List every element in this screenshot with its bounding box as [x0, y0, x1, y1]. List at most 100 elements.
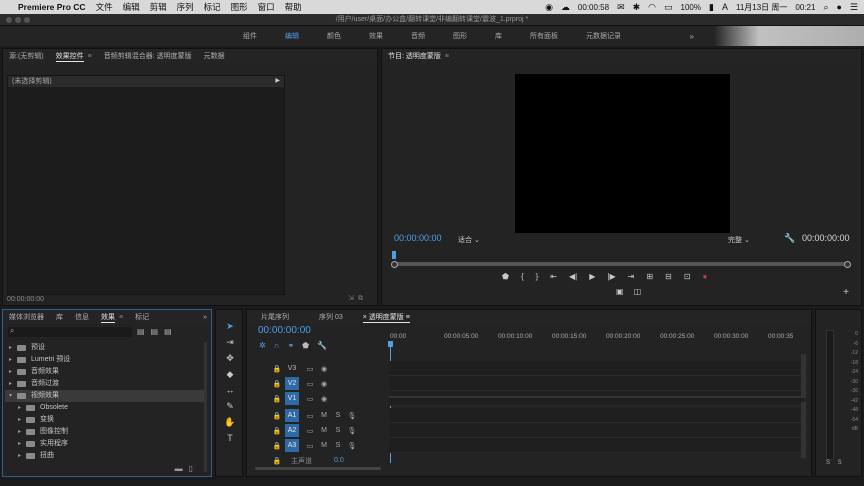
- mute-button[interactable]: M: [317, 412, 331, 419]
- lock-icon[interactable]: 🔒: [271, 457, 283, 465]
- app-menu[interactable]: Premiere Pro CC: [18, 2, 86, 12]
- track-target-V2[interactable]: V2: [285, 377, 299, 390]
- date-label[interactable]: 11月13日 周一: [736, 2, 787, 13]
- lock-icon[interactable]: 🔒: [271, 365, 283, 373]
- settings-wrench-icon[interactable]: 🔧: [784, 233, 795, 244]
- mute-button[interactable]: M: [317, 427, 331, 434]
- workspace-tab-effects[interactable]: 效果: [355, 31, 397, 41]
- sync-lock-icon[interactable]: ▭: [303, 365, 317, 373]
- pen-tool-icon[interactable]: ✎: [216, 398, 244, 414]
- effects-tree-item[interactable]: ▸ 图像控制: [5, 426, 205, 438]
- bluetooth-icon[interactable]: ✱: [633, 2, 641, 13]
- source-footer-icons[interactable]: ⇲⧉: [348, 294, 367, 303]
- export-frame-icon[interactable]: ⊡: [684, 272, 691, 281]
- chevron-right-icon[interactable]: ▸: [9, 378, 17, 390]
- video-track-lane[interactable]: [389, 391, 803, 406]
- effects-tree-item[interactable]: ▸ 变换: [5, 414, 205, 426]
- timeline-timecode[interactable]: 00:00:00:00: [258, 325, 311, 336]
- workspace-tab-all-panels[interactable]: 所有面板: [516, 31, 572, 41]
- tab-libraries[interactable]: 库: [56, 312, 63, 322]
- effects-tree-item[interactable]: ▸ 预设: [5, 342, 205, 354]
- playhead-timecode[interactable]: 00:00:00:00: [394, 233, 442, 243]
- eye-icon[interactable]: ◉: [317, 380, 331, 388]
- tab-sequence-ending[interactable]: 片尾序列: [261, 312, 289, 322]
- step-forward-icon[interactable]: |▶: [607, 272, 615, 281]
- step-back-icon[interactable]: ◀|: [569, 272, 577, 281]
- add-marker-icon[interactable]: ⬟: [302, 341, 309, 350]
- effects-tree-item[interactable]: ▸ Obsolete: [5, 402, 205, 414]
- zoom-fit-select[interactable]: 适合 ⌄: [458, 235, 480, 245]
- solo-button[interactable]: S: [331, 427, 345, 434]
- workspace-tab-editing[interactable]: 编辑: [271, 31, 313, 41]
- clock[interactable]: 00:21: [795, 3, 815, 12]
- master-volume-value[interactable]: 0.0: [334, 457, 344, 464]
- go-to-in-icon[interactable]: ⇤: [550, 272, 557, 281]
- track-target-V3[interactable]: V3: [285, 362, 299, 375]
- effects-tree-item[interactable]: ▸ 实用程序: [5, 438, 205, 450]
- mic-icon[interactable]: 🎙: [345, 412, 359, 420]
- workspace-tab-assembly[interactable]: 组件: [229, 31, 271, 41]
- tab-info[interactable]: 信息: [75, 312, 89, 322]
- chevron-right-icon[interactable]: ▸: [18, 414, 26, 426]
- lock-icon[interactable]: 🔒: [271, 380, 283, 388]
- tab-audio-clip-mixer[interactable]: 音频剪辑混合器: 透明度蒙版: [104, 51, 192, 61]
- tab-sequence-03[interactable]: 序列 03: [319, 312, 343, 322]
- effects-filter-icons[interactable]: ▤▤▤: [137, 327, 178, 336]
- menu-edit[interactable]: 编辑: [123, 1, 140, 13]
- chevron-right-icon[interactable]: ▸: [18, 450, 26, 462]
- solo-button[interactable]: S: [331, 412, 345, 419]
- ripple-edit-tool-icon[interactable]: ✥: [216, 350, 244, 366]
- lock-icon[interactable]: 🔒: [271, 427, 283, 435]
- audio-tracks-scrollbar[interactable]: [801, 402, 806, 458]
- battery-icon[interactable]: ▮: [709, 2, 714, 13]
- playhead-marker[interactable]: [392, 251, 396, 259]
- play-icon[interactable]: ▶: [589, 272, 595, 281]
- panel-overflow-icon[interactable]: »: [203, 314, 207, 321]
- effects-search-input[interactable]: ⌕: [8, 326, 132, 337]
- effects-footer-icons[interactable]: ▬▯: [175, 464, 199, 473]
- hand-tool-icon[interactable]: ✋: [216, 414, 244, 430]
- close-window-button[interactable]: [6, 17, 12, 23]
- lock-icon[interactable]: 🔒: [271, 412, 283, 420]
- minimize-window-button[interactable]: [15, 17, 21, 23]
- program-video-frame[interactable]: [515, 74, 730, 233]
- record-icon[interactable]: ●: [702, 272, 707, 281]
- menu-file[interactable]: 文件: [96, 1, 113, 13]
- lock-icon[interactable]: 🔒: [271, 442, 283, 450]
- tab-markers[interactable]: 标记: [135, 312, 149, 322]
- wifi-icon[interactable]: ◠: [648, 2, 656, 13]
- panel-menu-icon[interactable]: ≡: [88, 53, 92, 60]
- workspace-tab-color[interactable]: 颜色: [313, 31, 355, 41]
- timeline-settings-wrench-icon[interactable]: 🔧: [317, 341, 327, 350]
- selection-tool-icon[interactable]: ➤: [216, 318, 244, 334]
- sync-lock-icon[interactable]: ▭: [303, 380, 317, 388]
- effects-tree-item[interactable]: ▸ 扭曲: [5, 450, 205, 462]
- chevron-right-icon[interactable]: ▸: [18, 426, 26, 438]
- mic-icon[interactable]: 🎙: [345, 442, 359, 450]
- overwrite-icon[interactable]: ⊟: [665, 272, 672, 281]
- chevron-right-icon[interactable]: ▸: [18, 438, 26, 450]
- input-source-icon[interactable]: A: [722, 2, 728, 12]
- tab-media-browser[interactable]: 媒体浏览器: [9, 312, 44, 322]
- timeline-zoom-scrollbar[interactable]: [255, 467, 381, 470]
- program-title[interactable]: 节目: 透明度蒙版: [388, 51, 441, 61]
- eye-icon[interactable]: ◉: [317, 395, 331, 403]
- chevron-right-icon[interactable]: ▸: [9, 366, 17, 378]
- audio-track-lane[interactable]: [389, 423, 803, 438]
- zoom-end-handle[interactable]: [844, 261, 851, 268]
- safe-margins-icon[interactable]: ▣: [616, 287, 624, 296]
- go-to-out-icon[interactable]: ⇥: [628, 272, 635, 281]
- time-ruler[interactable]: 00:00 00:00:05:00 00:00:10:00 00:00:15:00 00…: [390, 333, 800, 345]
- menu-clip[interactable]: 剪辑: [150, 1, 167, 13]
- chevron-right-icon[interactable]: ▸: [9, 354, 17, 366]
- workspace-tab-libraries[interactable]: 库: [481, 31, 516, 41]
- mic-icon[interactable]: 🎙: [345, 427, 359, 435]
- menu-sequence[interactable]: 序列: [177, 1, 194, 13]
- effects-tree-item[interactable]: ▸ 音频效果: [5, 366, 205, 378]
- tab-metadata[interactable]: 元数据: [204, 51, 225, 61]
- video-track-lane[interactable]: [389, 376, 803, 391]
- slip-tool-icon[interactable]: ↔: [216, 382, 244, 398]
- airplay-icon[interactable]: ▭: [664, 2, 673, 13]
- menu-graphics[interactable]: 图形: [231, 1, 248, 13]
- workspace-tab-metadata[interactable]: 元数据记录: [572, 31, 635, 41]
